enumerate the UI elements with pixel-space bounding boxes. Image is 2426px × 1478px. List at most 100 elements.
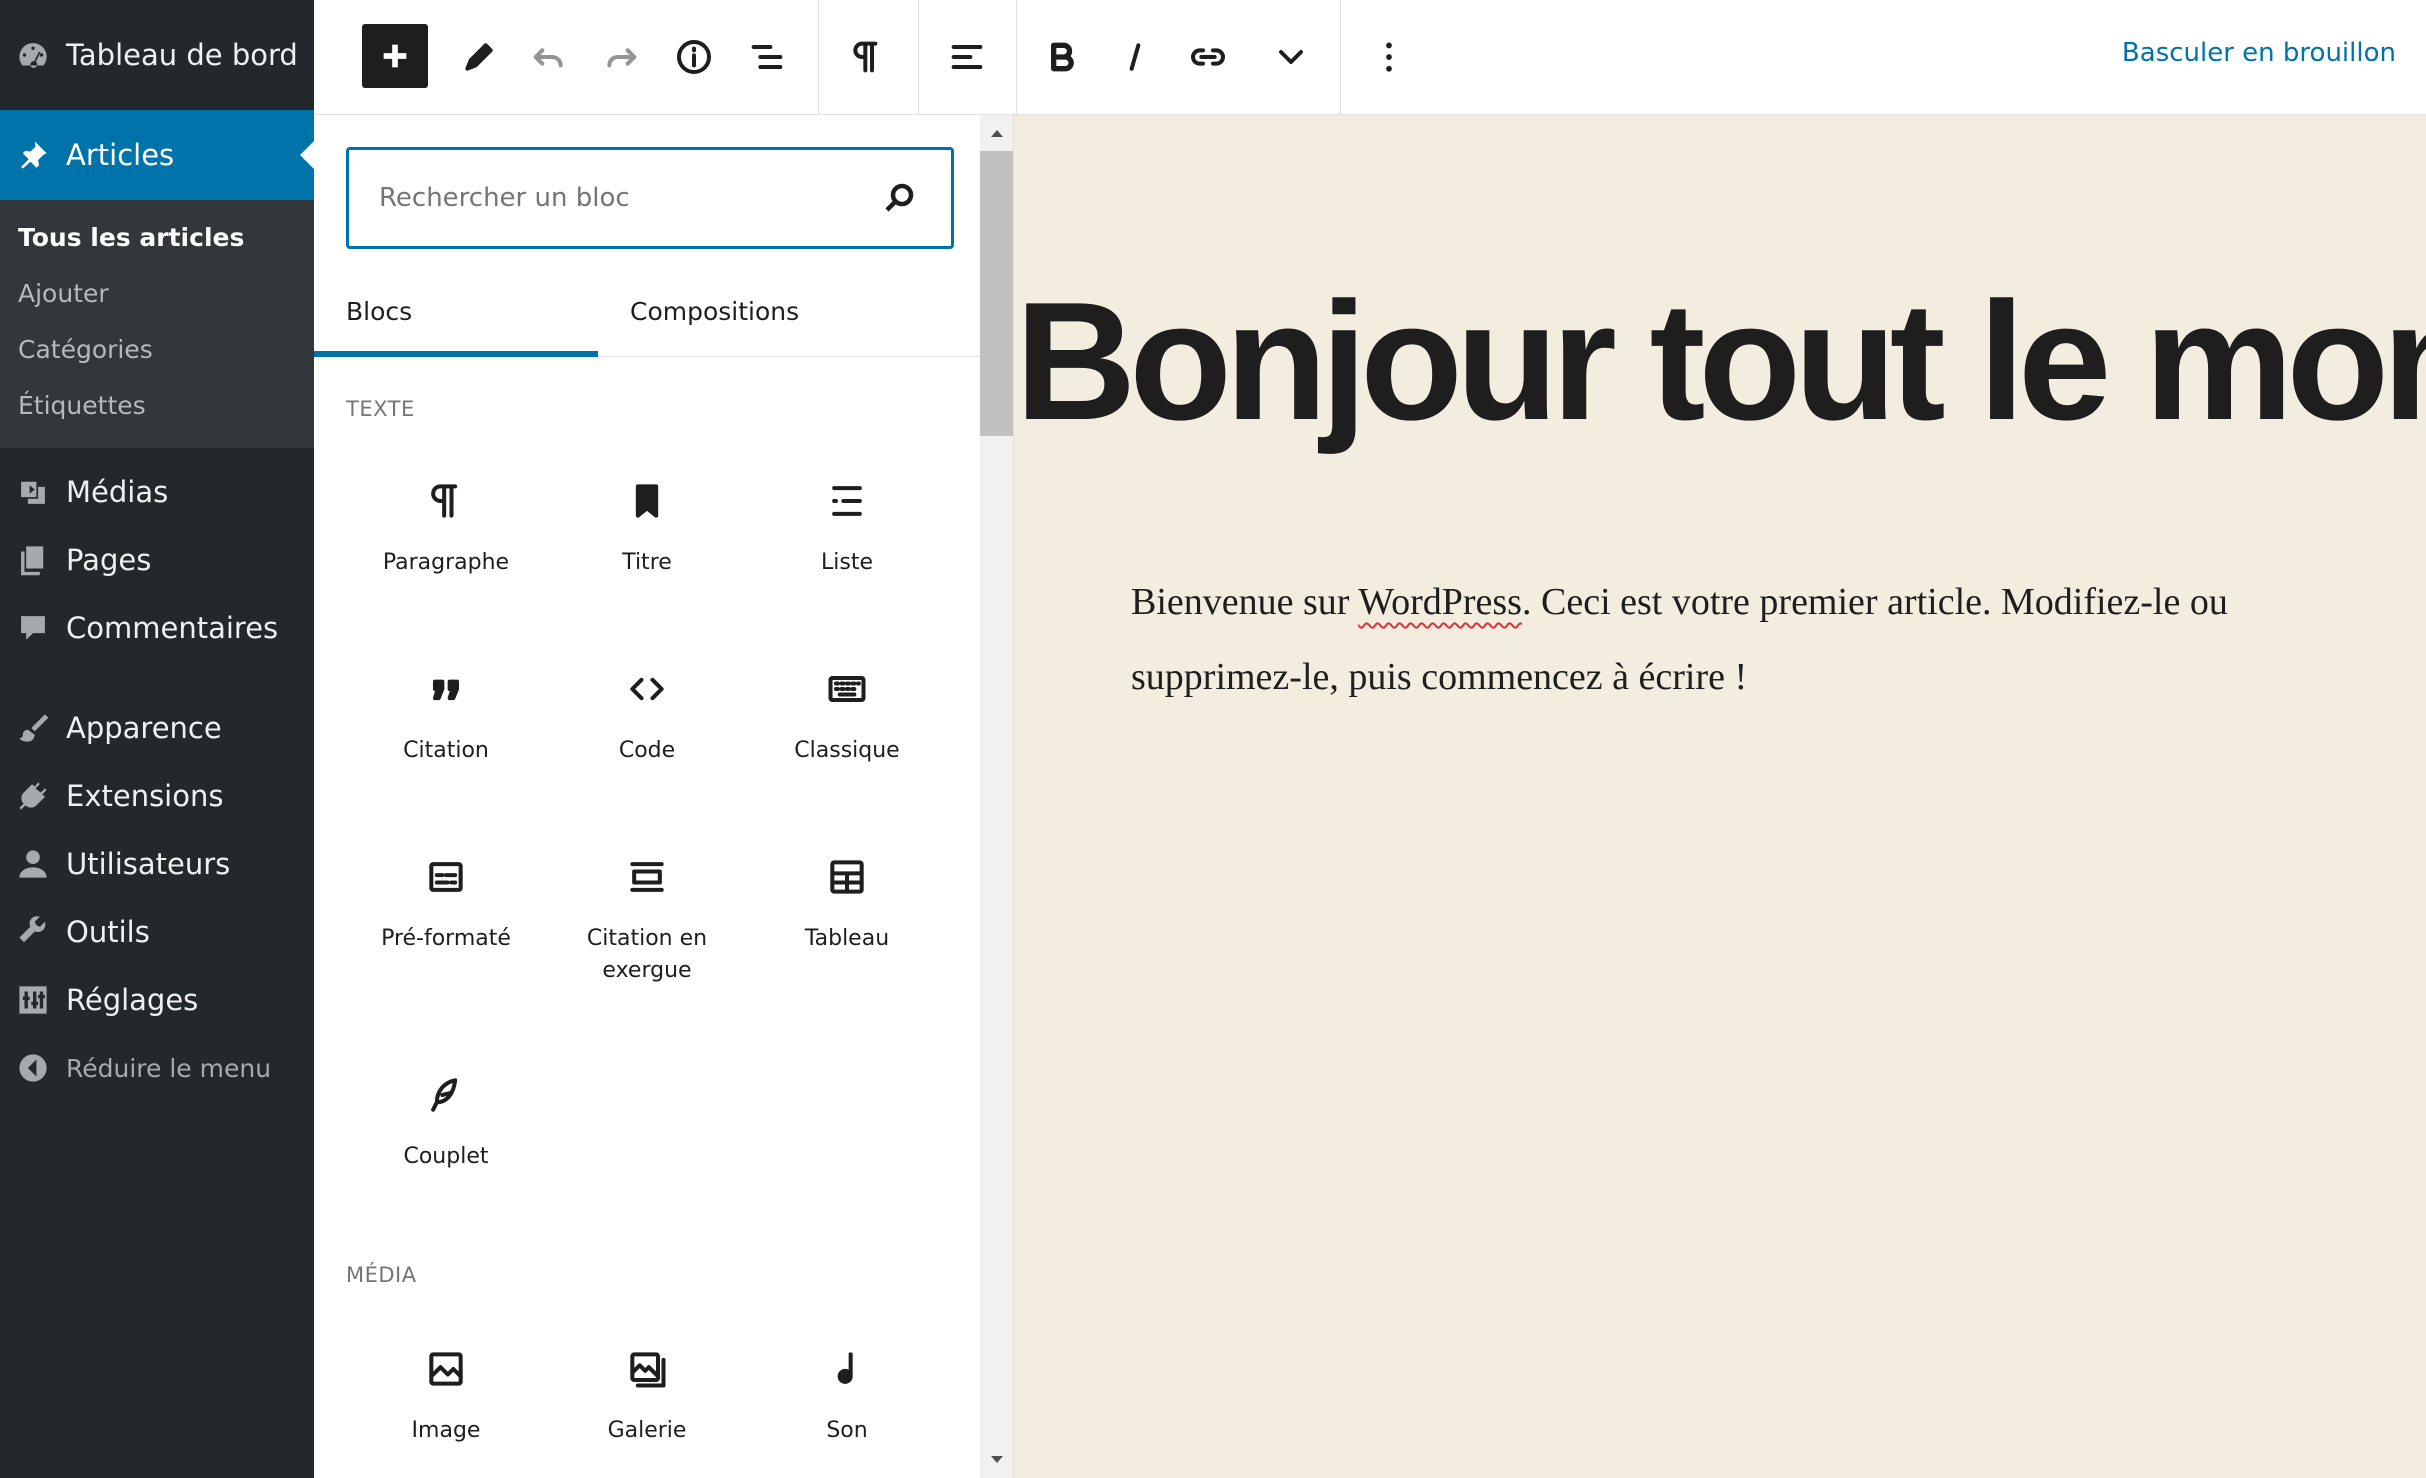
dashboard-icon bbox=[14, 36, 52, 74]
user-icon bbox=[14, 845, 52, 883]
details-button[interactable] bbox=[659, 0, 729, 114]
quote-icon bbox=[346, 663, 546, 715]
redo-icon bbox=[607, 48, 637, 68]
collapse-icon bbox=[14, 1049, 52, 1087]
menu-pages[interactable]: Pages bbox=[0, 526, 314, 594]
block-type-button[interactable] bbox=[832, 0, 902, 114]
italic-icon bbox=[1129, 43, 1141, 71]
section-title-media: MÉDIA bbox=[346, 1263, 417, 1287]
more-options-icon bbox=[1386, 42, 1392, 72]
search-icon bbox=[881, 180, 917, 216]
paragraph-icon bbox=[853, 41, 878, 73]
redo-button[interactable] bbox=[586, 0, 656, 114]
media-icon bbox=[14, 473, 52, 511]
scroll-down-arrow-icon[interactable] bbox=[980, 1442, 1013, 1476]
options-button[interactable] bbox=[1354, 0, 1424, 114]
tab-blocks[interactable]: Blocs bbox=[314, 275, 598, 357]
block-label: Paragraphe bbox=[382, 550, 510, 575]
block-gallery[interactable]: Galerie bbox=[547, 1343, 747, 1447]
menu-dashboard[interactable]: Tableau de bord bbox=[0, 0, 314, 110]
inserter-tabs: Blocs Compositions bbox=[314, 275, 980, 357]
pullquote-icon bbox=[547, 851, 747, 903]
block-quote[interactable]: Citation bbox=[346, 663, 546, 767]
block-label: Image bbox=[411, 1418, 481, 1443]
audio-icon bbox=[747, 1343, 947, 1395]
bookmark-icon bbox=[547, 475, 747, 527]
submenu-all-articles[interactable]: Tous les articles bbox=[0, 210, 314, 266]
toggle-inserter-button[interactable] bbox=[362, 24, 428, 88]
paragraph-icon bbox=[346, 475, 546, 527]
block-list[interactable]: Liste bbox=[747, 475, 947, 579]
menu-articles[interactable]: Articles bbox=[0, 110, 314, 200]
editor-toolbar: Basculer en brouillon bbox=[314, 0, 2426, 115]
list-view-button[interactable] bbox=[732, 0, 802, 114]
block-paragraph[interactable]: Paragraphe bbox=[346, 475, 546, 579]
menu-collapse[interactable]: Réduire le menu bbox=[0, 1034, 314, 1102]
list-view-icon bbox=[751, 45, 783, 69]
inserter-scrollbar[interactable] bbox=[980, 115, 1013, 1478]
pages-icon bbox=[14, 541, 52, 579]
block-label: Citation en exergue bbox=[586, 926, 708, 983]
block-inserter-panel: Blocs Compositions TEXTE Paragraphe Titr… bbox=[314, 115, 1014, 1478]
undo-icon bbox=[533, 48, 563, 68]
gallery-icon bbox=[547, 1343, 747, 1395]
admin-sidebar: Tableau de bord Articles Tous les articl… bbox=[0, 0, 314, 1478]
menu-label: Articles bbox=[66, 138, 175, 172]
block-label: Pré-formaté bbox=[381, 926, 511, 951]
block-label: Son bbox=[826, 1418, 868, 1443]
post-title[interactable]: Bonjour tout le monde ! bbox=[1015, 265, 2426, 458]
menu-settings[interactable]: Réglages bbox=[0, 966, 314, 1034]
undo-button[interactable] bbox=[514, 0, 584, 114]
block-audio[interactable]: Son bbox=[747, 1343, 947, 1447]
table-icon bbox=[747, 851, 947, 903]
menu-tools[interactable]: Outils bbox=[0, 898, 314, 966]
info-icon bbox=[677, 40, 711, 74]
keyboard-icon bbox=[747, 663, 947, 715]
pen-icon bbox=[465, 43, 493, 71]
chevron-down-icon bbox=[1279, 50, 1303, 64]
menu-label: Médias bbox=[66, 475, 169, 509]
bold-button[interactable] bbox=[1027, 0, 1097, 114]
block-code[interactable]: Code bbox=[547, 663, 747, 767]
misspelled-word: WordPress bbox=[1358, 581, 1522, 623]
block-search-input[interactable] bbox=[379, 183, 859, 213]
menu-label: Utilisateurs bbox=[66, 847, 231, 881]
block-pullquote[interactable]: Citation en exergue bbox=[547, 851, 747, 987]
block-preformatted[interactable]: Pré-formaté bbox=[346, 851, 546, 955]
menu-medias[interactable]: Médias bbox=[0, 458, 314, 526]
link-icon bbox=[1191, 48, 1225, 66]
scroll-up-arrow-icon[interactable] bbox=[980, 117, 1013, 151]
block-table[interactable]: Tableau bbox=[747, 851, 947, 955]
block-label: Tableau bbox=[804, 926, 890, 951]
submenu-tags[interactable]: Étiquettes bbox=[0, 378, 314, 434]
align-button[interactable] bbox=[932, 0, 1002, 114]
tools-button[interactable] bbox=[444, 0, 514, 114]
menu-label: Outils bbox=[66, 915, 150, 949]
post-paragraph[interactable]: Bienvenue sur WordPress. Ceci est votre … bbox=[1131, 565, 2331, 715]
menu-plugins[interactable]: Extensions bbox=[0, 762, 314, 830]
tab-patterns[interactable]: Compositions bbox=[630, 275, 799, 357]
block-verse[interactable]: Couplet bbox=[346, 1069, 546, 1173]
menu-comments[interactable]: Commentaires bbox=[0, 594, 314, 662]
block-heading[interactable]: Titre bbox=[547, 475, 747, 579]
menu-label: Commentaires bbox=[66, 611, 279, 645]
block-classic[interactable]: Classique bbox=[747, 663, 947, 767]
wrench-icon bbox=[14, 913, 52, 951]
code-icon bbox=[547, 663, 747, 715]
switch-to-draft-link[interactable]: Basculer en brouillon bbox=[2122, 38, 2396, 68]
menu-label: Tableau de bord bbox=[66, 38, 298, 72]
menu-appearance[interactable]: Apparence bbox=[0, 694, 314, 762]
block-label: Code bbox=[618, 738, 676, 763]
block-label: Classique bbox=[794, 738, 900, 763]
more-formats-button[interactable] bbox=[1256, 0, 1326, 114]
scrollbar-thumb[interactable] bbox=[980, 151, 1013, 436]
italic-button[interactable] bbox=[1100, 0, 1170, 114]
block-search bbox=[346, 147, 954, 249]
link-button[interactable] bbox=[1173, 0, 1243, 114]
menu-users[interactable]: Utilisateurs bbox=[0, 830, 314, 898]
feather-icon bbox=[346, 1069, 546, 1121]
submenu-categories[interactable]: Catégories bbox=[0, 322, 314, 378]
submenu-add[interactable]: Ajouter bbox=[0, 266, 314, 322]
menu-label: Réglages bbox=[66, 983, 199, 1017]
block-image[interactable]: Image bbox=[346, 1343, 546, 1447]
